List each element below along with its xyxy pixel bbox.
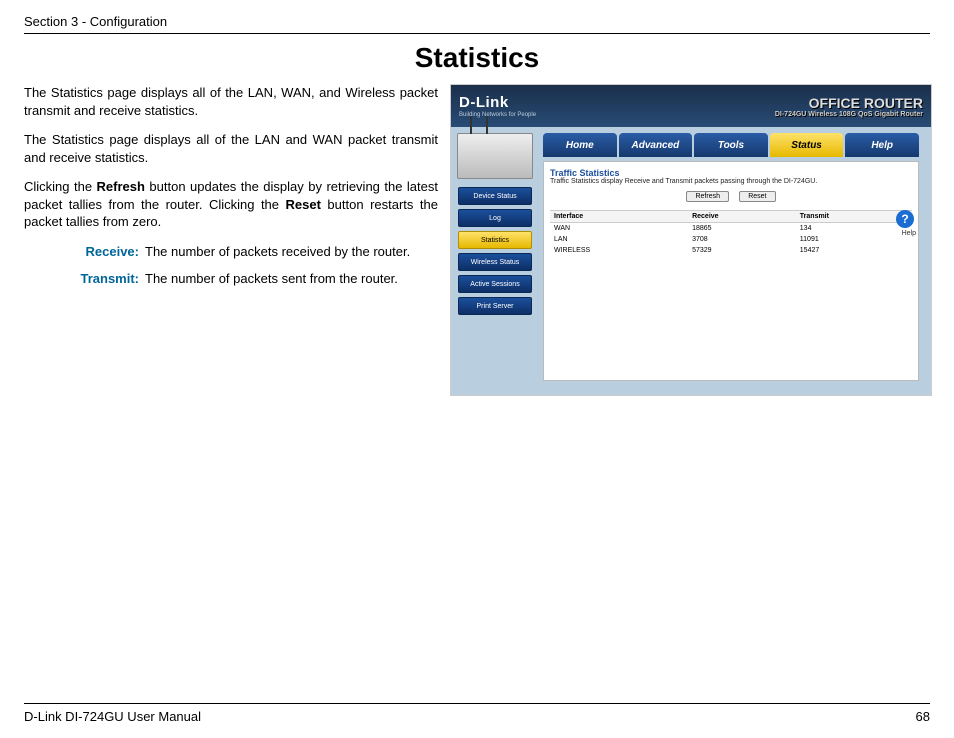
router-screenshot: D-Link Building Networks for People OFFI… xyxy=(450,84,932,396)
page-title: Statistics xyxy=(24,42,930,74)
main-panel: Home Advanced Tools Status Help Traffic … xyxy=(539,127,931,395)
intro-para-2: The Statistics page displays all of the … xyxy=(24,131,438,166)
antenna-icon xyxy=(470,116,472,134)
col-interface: Interface xyxy=(550,211,688,223)
section-header: Section 3 - Configuration xyxy=(24,14,930,29)
tab-home[interactable]: Home xyxy=(543,133,617,157)
col-transmit: Transmit xyxy=(796,211,912,223)
table-row: LAN 3708 11091 xyxy=(550,234,912,245)
intro-para-3: Clicking the Refresh button updates the … xyxy=(24,178,438,231)
sidebar-item-log[interactable]: Log xyxy=(458,209,532,227)
panel-title: Traffic Statistics xyxy=(550,168,912,178)
tab-status[interactable]: Status xyxy=(770,133,844,157)
sidebar-item-device-status[interactable]: Device Status xyxy=(458,187,532,205)
cell: 11091 xyxy=(796,234,912,245)
stats-table: Interface Receive Transmit WAN 18865 134 xyxy=(550,210,912,256)
help-icon[interactable]: ? xyxy=(896,210,914,228)
top-rule xyxy=(24,33,930,34)
sidebar-item-active-sessions[interactable]: Active Sessions xyxy=(458,275,532,293)
sidebar-item-wireless-status[interactable]: Wireless Status xyxy=(458,253,532,271)
p3-a: Clicking the xyxy=(24,179,97,194)
cell: 18865 xyxy=(688,223,796,235)
def-receive-text: The number of packets received by the ro… xyxy=(145,243,438,261)
cell: 15427 xyxy=(796,245,912,256)
cell: 3708 xyxy=(688,234,796,245)
product-sub: DI-724GU Wireless 108G QoS Gigabit Route… xyxy=(775,111,923,118)
footer-page: 68 xyxy=(916,709,930,724)
intro-para-1: The Statistics page displays all of the … xyxy=(24,84,438,119)
table-row: WAN 18865 134 xyxy=(550,223,912,235)
tab-tools[interactable]: Tools xyxy=(694,133,768,157)
cell: WIRELESS xyxy=(550,245,688,256)
table-row: WIRELESS 57329 15427 xyxy=(550,245,912,256)
sidebar-item-print-server[interactable]: Print Server xyxy=(458,297,532,315)
cell: 134 xyxy=(796,223,912,235)
tab-advanced[interactable]: Advanced xyxy=(619,133,693,157)
stats-panel: Traffic Statistics Traffic Statistics di… xyxy=(543,161,919,381)
bottom-rule xyxy=(24,703,930,704)
p3-reset: Reset xyxy=(286,197,321,212)
refresh-button[interactable]: Refresh xyxy=(686,191,729,202)
def-transmit-label: Transmit: xyxy=(24,270,139,288)
sidebar: Device Status Log Statistics Wireless St… xyxy=(451,127,539,395)
reset-button[interactable]: Reset xyxy=(739,191,775,202)
cell: LAN xyxy=(550,234,688,245)
cell: 57329 xyxy=(688,245,796,256)
p3-refresh: Refresh xyxy=(97,179,145,194)
tab-help[interactable]: Help xyxy=(845,133,919,157)
def-transmit-text: The number of packets sent from the rout… xyxy=(145,270,438,288)
footer-left: D-Link DI-724GU User Manual xyxy=(24,709,201,724)
footer: D-Link DI-724GU User Manual 68 xyxy=(24,709,930,724)
product-name: OFFICE ROUTER DI-724GU Wireless 108G QoS… xyxy=(775,95,923,118)
panel-desc: Traffic Statistics display Receive and T… xyxy=(550,178,912,185)
dlink-logo: D-Link xyxy=(459,94,509,111)
sidebar-item-statistics[interactable]: Statistics xyxy=(458,231,532,249)
router-image xyxy=(457,133,533,179)
col-receive: Receive xyxy=(688,211,796,223)
table-header-row: Interface Receive Transmit xyxy=(550,211,912,223)
def-receive-label: Receive: xyxy=(24,243,139,261)
antenna-icon xyxy=(486,116,488,134)
cell: WAN xyxy=(550,223,688,235)
tab-row: Home Advanced Tools Status Help xyxy=(543,133,919,157)
banner: D-Link Building Networks for People OFFI… xyxy=(451,85,931,127)
help-label: Help xyxy=(902,230,916,237)
